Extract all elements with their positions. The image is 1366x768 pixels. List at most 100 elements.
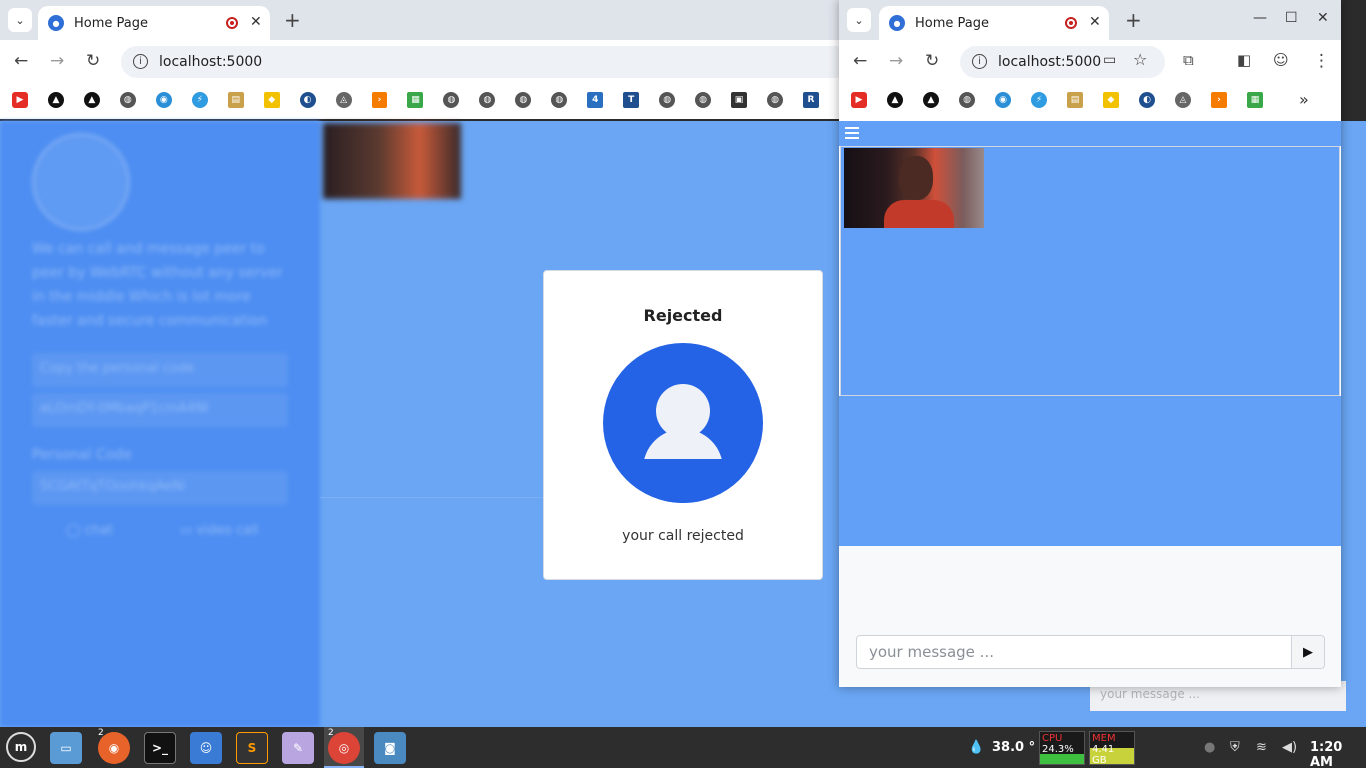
globe-icon[interactable]: ◍ (695, 92, 712, 108)
chat-button[interactable]: ◯ chat (66, 513, 113, 547)
window-close-icon[interactable]: ✕ (1317, 10, 1329, 26)
camera-icon[interactable]: ▭ (1103, 52, 1116, 68)
forward-button[interactable]: → (889, 51, 903, 71)
globe-icon[interactable]: ◍ (959, 92, 975, 108)
mint-menu-icon[interactable]: m (6, 732, 36, 762)
copy-code-field[interactable]: aLOmDY-0MbaqP1cmA4NI (32, 393, 288, 427)
bookmark-icon[interactable]: ⚡ (191, 92, 208, 108)
memory-meter[interactable]: MEM 4.41 GB (1089, 731, 1135, 766)
tab-search-button[interactable]: ⌄ (847, 8, 871, 32)
bookmark-icon[interactable]: ◉ (995, 92, 1011, 108)
youtube-bookmark-icon[interactable]: ▶ (851, 92, 867, 108)
bookmark-icon[interactable]: ◉ (155, 92, 172, 108)
personal-code-label: Personal Code (32, 447, 132, 463)
cpu-value: 24.3% (1042, 744, 1074, 755)
left-new-tab-button[interactable]: + (284, 8, 301, 32)
divider (320, 497, 550, 498)
reload-button[interactable]: ↻ (925, 51, 939, 71)
notification-icon[interactable]: ● (1204, 740, 1215, 755)
globe-icon[interactable]: ◍ (551, 92, 568, 108)
globe-icon[interactable]: ◍ (767, 92, 783, 108)
sublime-text-app-icon[interactable]: S (236, 732, 268, 764)
tab-search-button[interactable]: ⌄ (8, 8, 32, 32)
bookmark-icon[interactable]: R (802, 92, 819, 108)
bookmark-icon[interactable]: ◐ (299, 92, 316, 108)
site-info-icon[interactable]: i (133, 54, 148, 69)
sidebar-blurred: We can call and message peer to peer by … (0, 121, 320, 727)
bookmark-star-icon[interactable]: ☆ (1133, 50, 1147, 69)
right-tab-home[interactable]: ● Home Page ✕ (879, 6, 1109, 40)
personal-code-input[interactable]: 5CGAtTqTOoohkqAeNi (32, 471, 288, 505)
taskbar: m ▭ ◉ 2 >_ ☺ S ✎ ◎ 2 ◙ 💧 38.0 ° CPU 24.3… (0, 727, 1366, 768)
bookmark-icon[interactable]: ▤ (227, 92, 244, 108)
site-favicon-icon: ● (48, 15, 64, 31)
left-tab-close-icon[interactable]: ✕ (250, 14, 262, 30)
globe-icon[interactable]: ◍ (659, 92, 676, 108)
bookmark-icon[interactable]: ▲ (47, 92, 64, 108)
volume-icon[interactable]: ◀) (1282, 740, 1297, 755)
copy-code-value: aLOmDY-0MbaqP1cmA4NI (40, 401, 209, 416)
clock[interactable]: 1:20 AM (1310, 740, 1366, 768)
personal-code-value: 5CGAtTqTOoohkqAeNi (40, 479, 186, 494)
maximize-icon[interactable]: ☐ (1285, 10, 1298, 26)
right-new-tab-button[interactable]: + (1125, 8, 1142, 32)
menu-kebab-icon[interactable]: ⋮ (1313, 51, 1330, 71)
shield-icon[interactable]: ⛨ (1230, 740, 1240, 755)
bookmark-icon[interactable]: ◆ (1103, 92, 1119, 108)
site-favicon-icon: ● (889, 15, 905, 31)
right-address-bar[interactable]: i localhost:5000 ▭ ☆ (960, 46, 1165, 78)
chat-messages-area (839, 396, 1341, 546)
globe-icon[interactable]: ◍ (479, 92, 496, 108)
bookmark-icon[interactable]: ▲ (83, 92, 100, 108)
bookmark-icon[interactable]: ▲ (887, 92, 903, 108)
video-icon: ▭ (180, 522, 197, 538)
left-toolbar: ← → ↻ i localhost:5000 (0, 40, 851, 84)
left-tab-home[interactable]: ● Home Page ✕ (38, 6, 270, 40)
bookmark-icon[interactable]: ⚡ (1031, 92, 1047, 108)
bookmark-icon[interactable]: ▦ (1247, 92, 1263, 108)
call-rejected-dialog: Rejected your call rejected (543, 270, 823, 580)
bookmark-icon[interactable]: ◬ (335, 92, 352, 108)
more-bookmarks-icon[interactable]: » (1299, 90, 1309, 109)
left-address-bar[interactable]: i localhost:5000 (121, 46, 851, 78)
forward-button[interactable]: → (50, 51, 64, 71)
terminal-app-icon[interactable]: >_ (144, 732, 176, 764)
video-call-button[interactable]: ▭ video call (180, 513, 258, 547)
bookmark-icon[interactable]: T (623, 92, 640, 108)
globe-icon[interactable]: ◍ (443, 92, 460, 108)
bookmark-icon[interactable]: ◬ (1175, 92, 1191, 108)
hamburger-menu-icon[interactable] (845, 127, 859, 139)
back-button[interactable]: ← (853, 51, 867, 71)
recording-icon (1065, 17, 1077, 29)
bookmark-icon[interactable]: ▲ (923, 92, 939, 108)
editor-app-icon[interactable]: ✎ (282, 732, 314, 764)
temperature-drop-icon: 💧 (968, 740, 985, 755)
right-tab-close-icon[interactable]: ✕ (1089, 14, 1101, 30)
profile-avatar-icon[interactable]: ☺ (1273, 51, 1289, 69)
bookmark-icon[interactable]: › (1211, 92, 1227, 108)
bookmark-icon[interactable]: › (371, 92, 388, 108)
extensions-icon[interactable]: ⧉ (1183, 51, 1194, 69)
bookmark-icon[interactable]: 4 (587, 92, 604, 108)
screenshot-app-icon[interactable]: ◙ (374, 732, 406, 764)
bookmark-icon[interactable]: ▣ (731, 92, 748, 108)
right-page-content: ▶ (839, 121, 1341, 687)
site-info-icon[interactable]: i (972, 54, 987, 69)
files-app-icon[interactable]: ▭ (50, 732, 82, 764)
cpu-meter[interactable]: CPU 24.3% (1039, 731, 1085, 765)
globe-icon[interactable]: ◍ (515, 92, 532, 108)
bookmark-icon[interactable]: ◆ (263, 92, 280, 108)
side-panel-icon[interactable]: ◧ (1237, 51, 1251, 69)
reload-button[interactable]: ↻ (86, 51, 100, 71)
bookmark-icon[interactable]: ▦ (407, 92, 424, 108)
finder-app-icon[interactable]: ☺ (190, 732, 222, 764)
wifi-icon[interactable]: ≋ (1256, 740, 1267, 755)
minimize-icon[interactable]: — (1253, 10, 1267, 26)
bookmark-icon[interactable]: ◐ (1139, 92, 1155, 108)
message-input[interactable] (856, 635, 1292, 669)
send-button[interactable]: ▶ (1292, 635, 1325, 669)
globe-icon[interactable]: ◍ (119, 92, 136, 108)
youtube-bookmark-icon[interactable]: ▶ (12, 92, 28, 108)
back-button[interactable]: ← (14, 51, 28, 71)
bookmark-icon[interactable]: ▤ (1067, 92, 1083, 108)
